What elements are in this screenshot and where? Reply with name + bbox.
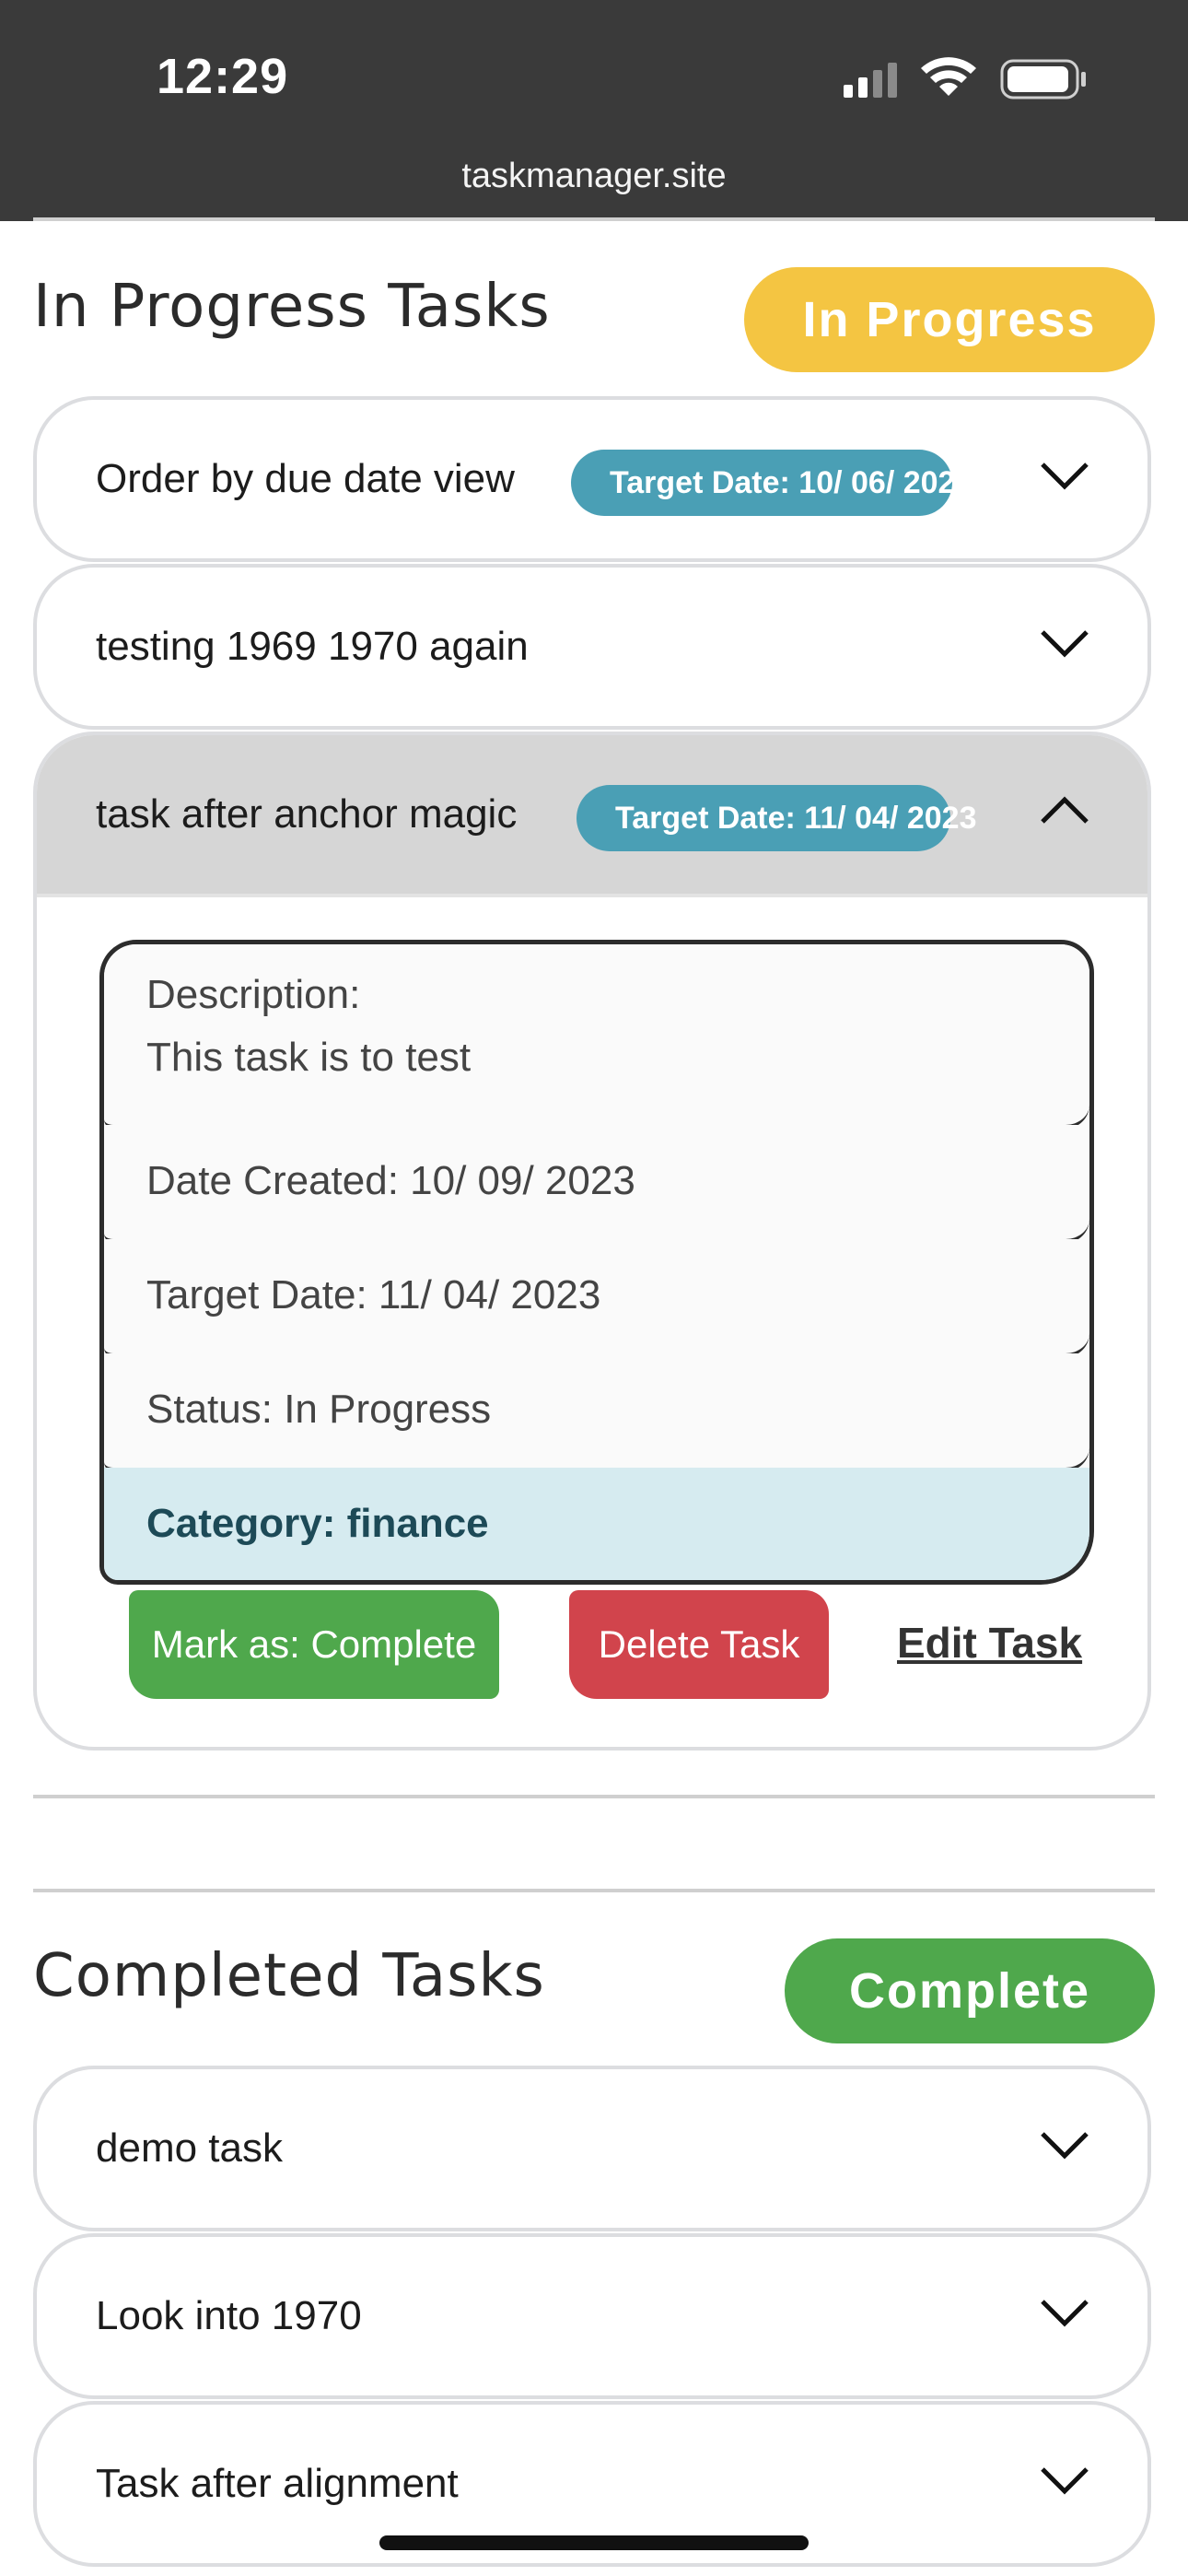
task-title: task after anchor magic [96,791,518,837]
battery-icon [1000,59,1086,100]
category-row: Category: finance [104,1468,1089,1580]
browser-status-bar: 12:29 taskmanager.site [0,0,1188,221]
task-item[interactable]: testing 1969 1970 again [33,564,1151,730]
chevron-down-icon[interactable] [1039,457,1090,494]
description-text: This task is to test [146,1035,472,1080]
divider [33,217,1155,221]
home-indicator[interactable] [379,2535,809,2550]
chevron-down-icon[interactable] [1039,2294,1090,2331]
edit-task-link[interactable]: Edit Task [897,1618,1082,1668]
target-date-row: Target Date: 11/ 04/ 2023 [104,1239,1089,1357]
task-title: Look into 1970 [96,2293,362,2338]
wifi-icon [921,57,976,96]
signal-icon [844,63,897,98]
task-details-card: Description: This task is to test Date C… [99,940,1094,1585]
chevron-up-icon[interactable] [1039,792,1090,829]
date-created-row: Date Created: 10/ 09/ 2023 [104,1125,1089,1243]
divider [33,1889,1155,1892]
task-item-expanded[interactable]: task after anchor magic Target Date: 11/… [33,732,1151,1751]
completed-heading: Completed Tasks [33,1942,545,2010]
task-title: Order by due date view [96,456,515,501]
description-label: Description: [146,972,361,1017]
mark-complete-button[interactable]: Mark as: Complete [129,1590,499,1699]
task-item[interactable]: Look into 1970 [33,2233,1151,2399]
description-row: Description: This task is to test [104,944,1089,1129]
task-title: demo task [96,2125,283,2171]
target-date-badge: Target Date: 11/ 04/ 2023 [577,785,976,851]
target-date-badge: Target Date: 10/ 06/ 2023 [571,450,973,516]
clock: 12:29 [157,49,289,104]
chevron-down-icon[interactable] [1039,625,1090,662]
task-title: testing 1969 1970 again [96,624,529,669]
task-item[interactable]: demo task [33,2066,1151,2231]
in-progress-pill: In Progress [744,267,1155,372]
task-item[interactable]: Order by due date view Target Date: 10/ … [33,396,1151,562]
in-progress-heading: In Progress Tasks [33,273,551,341]
chevron-down-icon[interactable] [1039,2126,1090,2163]
status-row: Status: In Progress [104,1353,1089,1471]
system-icons [844,57,1086,100]
complete-pill: Complete [785,1938,1155,2043]
delete-task-button[interactable]: Delete Task [569,1590,829,1699]
divider [33,1795,1155,1798]
address-bar-url[interactable]: taskmanager.site [0,157,1188,196]
chevron-down-icon[interactable] [1039,2462,1090,2499]
